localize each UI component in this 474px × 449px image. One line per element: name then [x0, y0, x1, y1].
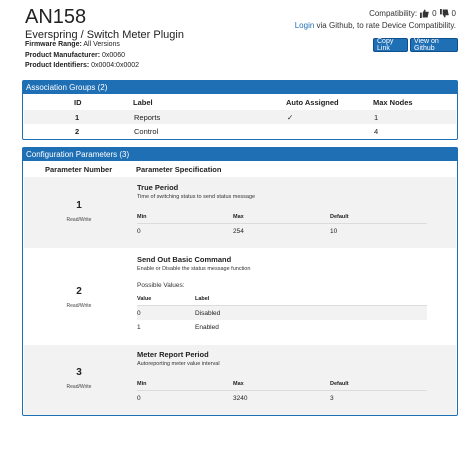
range-header: Min Max Default	[137, 378, 427, 390]
parameter-1: 1 Read/Write True Period Time of switchi…	[24, 177, 456, 248]
option-value: 0	[137, 309, 141, 317]
parameter-description: Autoreporting meter value interval	[137, 361, 220, 367]
thumbs-down-count: 0	[451, 9, 456, 18]
value-header: Value	[137, 296, 152, 302]
compatibility: Compatibility: 0 0	[369, 9, 456, 18]
parameter-2: 2 Read/Write Send Out Basic Command Enab…	[24, 249, 456, 344]
parameter-name: Send Out Basic Command	[137, 255, 232, 264]
association-header-row: ID Label Auto Assigned Max Nodes	[23, 95, 457, 109]
table-row: 2 Control 4	[24, 124, 456, 138]
identifiers-value: 0x0004:0x0002	[91, 62, 140, 69]
header-auto-assigned: Auto Assigned	[286, 97, 339, 107]
default-header: Default	[330, 214, 349, 220]
label-header: Label	[195, 296, 210, 302]
possible-values-label: Possible Values:	[137, 282, 185, 289]
parameter-description: Time of switching status to send status …	[137, 194, 256, 200]
max-value: 3240	[233, 394, 248, 402]
range-values: 0 3240 3	[137, 391, 427, 405]
firmware-range: Firmware Range: All Versions	[25, 41, 120, 48]
login-link[interactable]: Login	[295, 21, 315, 30]
configuration-parameters-panel: Configuration Parameters (3) Parameter N…	[22, 147, 458, 416]
parameter-access: Read/Write	[66, 384, 92, 390]
default-value: 3	[330, 394, 334, 402]
row-id: 1	[75, 112, 80, 122]
possible-values-table: Value Label 0 Disabled 1 Enabled	[137, 293, 427, 335]
list-item: 0 Disabled	[137, 306, 427, 320]
parameter-access: Read/Write	[66, 303, 92, 309]
default-value: 10	[330, 227, 338, 235]
product-identifiers: Product Identifiers: 0x0004:0x0002	[25, 62, 139, 69]
min-value: 0	[137, 394, 141, 402]
device-subtitle: Everspring / Switch Meter Plugin	[25, 29, 184, 41]
login-prompt: Login via Github, to rate Device Compati…	[295, 21, 456, 30]
association-groups-title: Association Groups (2)	[23, 81, 457, 94]
row-label: Reports	[134, 112, 161, 122]
association-groups-panel: Association Groups (2) ID Label Auto Ass…	[22, 80, 458, 140]
option-label: Enabled	[195, 323, 219, 331]
parameter-3: 3 Read/Write Meter Report Period Autorep…	[24, 345, 456, 415]
product-manufacturer: Product Manufacturer: 0x0060	[25, 52, 125, 59]
parameter-number: 2	[76, 286, 82, 297]
row-max-nodes: 1	[374, 112, 379, 122]
min-header: Min	[137, 381, 147, 387]
config-header-row: Parameter Number Parameter Specification	[23, 162, 457, 176]
parameter-range-table: Min Max Default 0 254 10	[137, 211, 427, 241]
max-value: 254	[233, 227, 244, 235]
range-header: Min Max Default	[137, 211, 427, 223]
header-parameter-specification: Parameter Specification	[136, 165, 222, 174]
list-item: 1 Enabled	[137, 320, 427, 334]
row-label: Control	[134, 126, 159, 136]
min-value: 0	[137, 227, 141, 235]
parameter-range-table: Min Max Default 0 3240 3	[137, 378, 427, 408]
parameter-number: 1	[76, 200, 82, 211]
configuration-parameters-title: Configuration Parameters (3)	[23, 148, 457, 161]
header-parameter-number: Parameter Number	[45, 165, 113, 174]
option-value: 1	[137, 323, 141, 331]
min-header: Min	[137, 214, 147, 220]
identifiers-label: Product Identifiers:	[25, 62, 90, 69]
row-id: 2	[75, 126, 80, 136]
table-row: 1 Reports ✓ 1	[24, 110, 456, 124]
firmware-value: All Versions	[83, 41, 120, 48]
login-prompt-text: via Github, to rate Device Compatibility…	[316, 21, 456, 30]
parameter-name: True Period	[137, 183, 179, 192]
thumbs-down-icon[interactable]	[439, 9, 449, 18]
parameter-name: Meter Report Period	[137, 350, 209, 359]
manufacturer-label: Product Manufacturer:	[25, 52, 101, 59]
firmware-label: Firmware Range:	[25, 41, 82, 48]
page-title: AN158	[25, 6, 87, 28]
view-on-github-button[interactable]: View on Github	[410, 38, 458, 52]
header-max-nodes: Max Nodes	[373, 97, 413, 107]
max-header: Max	[233, 214, 244, 220]
thumbs-up-icon[interactable]	[420, 9, 429, 18]
thumbs-up-count: 0	[432, 9, 437, 18]
manufacturer-value: 0x0060	[102, 52, 125, 59]
checkmark-icon: ✓	[287, 112, 294, 122]
parameter-access: Read/Write	[66, 217, 92, 223]
option-label: Disabled	[195, 309, 221, 317]
values-header: Value Label	[137, 293, 427, 305]
max-header: Max	[233, 381, 244, 387]
parameter-number: 3	[76, 367, 82, 378]
parameter-description: Enable or Disable the status message fun…	[137, 266, 251, 272]
row-max-nodes: 4	[374, 126, 379, 136]
compatibility-label: Compatibility:	[369, 9, 418, 18]
header-label: Label	[133, 97, 153, 107]
range-values: 0 254 10	[137, 224, 427, 238]
header-id: ID	[74, 97, 82, 107]
default-header: Default	[330, 381, 349, 387]
copy-link-button[interactable]: Copy Link	[373, 38, 408, 52]
